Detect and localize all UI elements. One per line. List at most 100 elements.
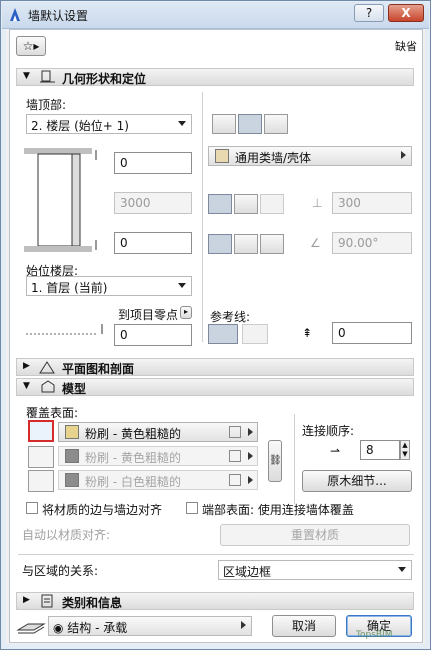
material-preview-icon [229,474,241,486]
material-swatch [215,149,229,163]
section-plan-title: 平面图和剖面 [62,362,135,376]
override-label: 覆盖表面: [26,406,79,420]
surface-row[interactable]: 粉刷 - 黄色粗糙的 [58,422,258,442]
thickness-field[interactable]: 300 [332,192,412,214]
material-preview-icon [229,450,241,462]
double-slanted-wall-icon[interactable] [260,234,284,254]
home-story-dropdown[interactable]: 1. 首层 (当前) [26,276,192,296]
close-button[interactable]: X [388,4,424,22]
chevron-right-icon [248,452,253,460]
ref-offset-field[interactable]: 0 [332,322,412,344]
vertical-wall-icon[interactable] [208,234,232,254]
auto-align-label: 自动以材质对齐: [22,528,111,542]
surface-row[interactable]: 粉刷 - 黄色粗糙的 [58,446,258,466]
section-geometry-title: 几何形状和定位 [62,72,147,86]
surface-row[interactable]: 粉刷 - 白色粗糙的 [58,470,258,490]
reset-materials-button[interactable]: 重置材质 [220,524,410,546]
reference-line-icon[interactable] [208,324,238,344]
top-label: 墙顶部: [26,98,67,112]
zone-relation-value: 区域边框 [223,565,272,579]
zone-relation-dropdown[interactable]: 区域边框 [218,560,412,580]
title-bar: 墙默认设置 ? X [2,2,429,29]
divider [202,92,203,342]
chain-link-icon[interactable]: ⛓ [268,440,282,482]
building-material-dropdown[interactable]: 通用类墙/壳体 [208,146,412,166]
surface-label: 粉刷 - 白色粗糙的 [85,475,181,489]
layer-value: 结构 - 承载 [67,621,128,635]
default-label: 缺省 [395,40,417,53]
structure-composite-icon[interactable] [238,114,262,134]
collapse-triangle-icon: ▼ [23,381,30,391]
geometry-icon [40,70,55,83]
divider [294,414,295,504]
section-model-title: 模型 [62,382,87,396]
home-story-value: 1. 首层 (当前) [31,281,108,295]
connection-order-field[interactable]: 8 [360,440,400,460]
help-button[interactable]: ? [354,4,384,22]
trapezoid-wall-icon[interactable] [234,194,258,214]
bottom-offset-field[interactable]: 0 [114,232,192,254]
info-list-icon [41,594,53,608]
end-surface-checkbox[interactable] [186,502,198,514]
stepper-icon[interactable]: ▲ ▼ [400,440,410,460]
chevron-right-icon [248,428,253,436]
surface-label: 粉刷 - 黄色粗糙的 [85,427,181,441]
ground-level-icon [26,324,103,335]
end-surface-label: 端部表面: 使用连接墙体覆盖 [202,503,354,517]
top-link-dropdown[interactable]: 2. 楼层 (始位+ 1) [26,114,192,134]
chevron-down-icon [398,567,406,572]
align-edge-checkbox[interactable] [26,502,38,514]
zone-relation-label: 与区域的关系: [22,564,99,578]
section-model[interactable]: ▼ 模型 [16,378,414,396]
expand-triangle-icon: ▶ [23,361,30,371]
log-details-button[interactable]: 原木细节... [302,470,412,492]
top-offset-field[interactable]: 0 [114,152,192,174]
surface-swatch [65,449,79,463]
top-link-value: 2. 楼层 (始位+ 1) [31,119,129,133]
ref-line-label: 参考线: [210,310,251,324]
surface-swatch [65,473,79,487]
cancel-button[interactable]: 取消 [272,615,336,637]
straight-wall-icon[interactable] [208,194,232,214]
expand-triangle-icon: ▶ [23,595,30,605]
archicad-icon [10,8,20,21]
slanted-wall-icon[interactable] [234,234,258,254]
settings-panel: ☆▸ 缺省 ▼ 几何形状和定位 墙顶部: 2. 楼层 (始位+ 1) 0 300… [9,29,423,643]
structure-basic-icon[interactable] [212,114,236,134]
flip-reference-icon[interactable] [242,324,268,344]
structure-profile-icon[interactable] [264,114,288,134]
wall-preview-image [24,148,97,252]
window-title: 墙默认设置 [28,9,89,23]
favorites-button[interactable]: ☆▸ [16,36,46,56]
project-zero-menu-button[interactable]: ▸ [180,306,192,319]
chevron-right-icon [248,476,253,484]
connection-order-icon: ⇀ [330,444,341,458]
section-classification[interactable]: ▶ 类别和信息 [16,592,414,610]
floor-plan-icon [39,361,55,374]
to-project-zero-label: 到项目零点 [118,308,179,322]
surface-label: 粉刷 - 黄色粗糙的 [85,451,181,465]
polygon-wall-icon[interactable] [260,194,284,214]
connection-order-label: 连接顺序: [302,424,355,438]
dialog-window: 墙默认设置 ? X ☆▸ 缺省 ▼ 几何形状和定位 墙顶部: 2. 楼层 (始位… [0,0,431,650]
section-plan-and-section[interactable]: ▶ 平面图和剖面 [16,358,414,376]
override-side-surface-icon[interactable] [28,446,54,468]
height-field[interactable]: 3000 [114,192,192,214]
building-material-value: 通用类墙/壳体 [235,151,312,165]
chevron-right-icon [241,621,246,629]
eye-icon: ◉ [53,621,68,635]
divider [18,554,414,555]
ref-offset-icon: ⇞ [302,326,313,340]
material-preview-icon [229,426,241,438]
align-edge-label: 将材质的边与墙边对齐 [42,503,163,517]
model-icon [41,380,55,393]
project-zero-field[interactable]: 0 [114,324,192,346]
override-edge-surface-icon[interactable] [28,470,54,492]
collapse-triangle-icon: ▼ [23,71,30,81]
watermark: TopsBIM [356,630,393,640]
section-geometry[interactable]: ▼ 几何形状和定位 [16,68,414,86]
angle-field[interactable]: 90.00° [332,232,412,254]
chevron-down-icon [178,121,186,126]
override-surface-toggle-icon[interactable] [28,420,54,442]
layer-dropdown[interactable]: ◉ 结构 - 承载 [48,616,252,636]
